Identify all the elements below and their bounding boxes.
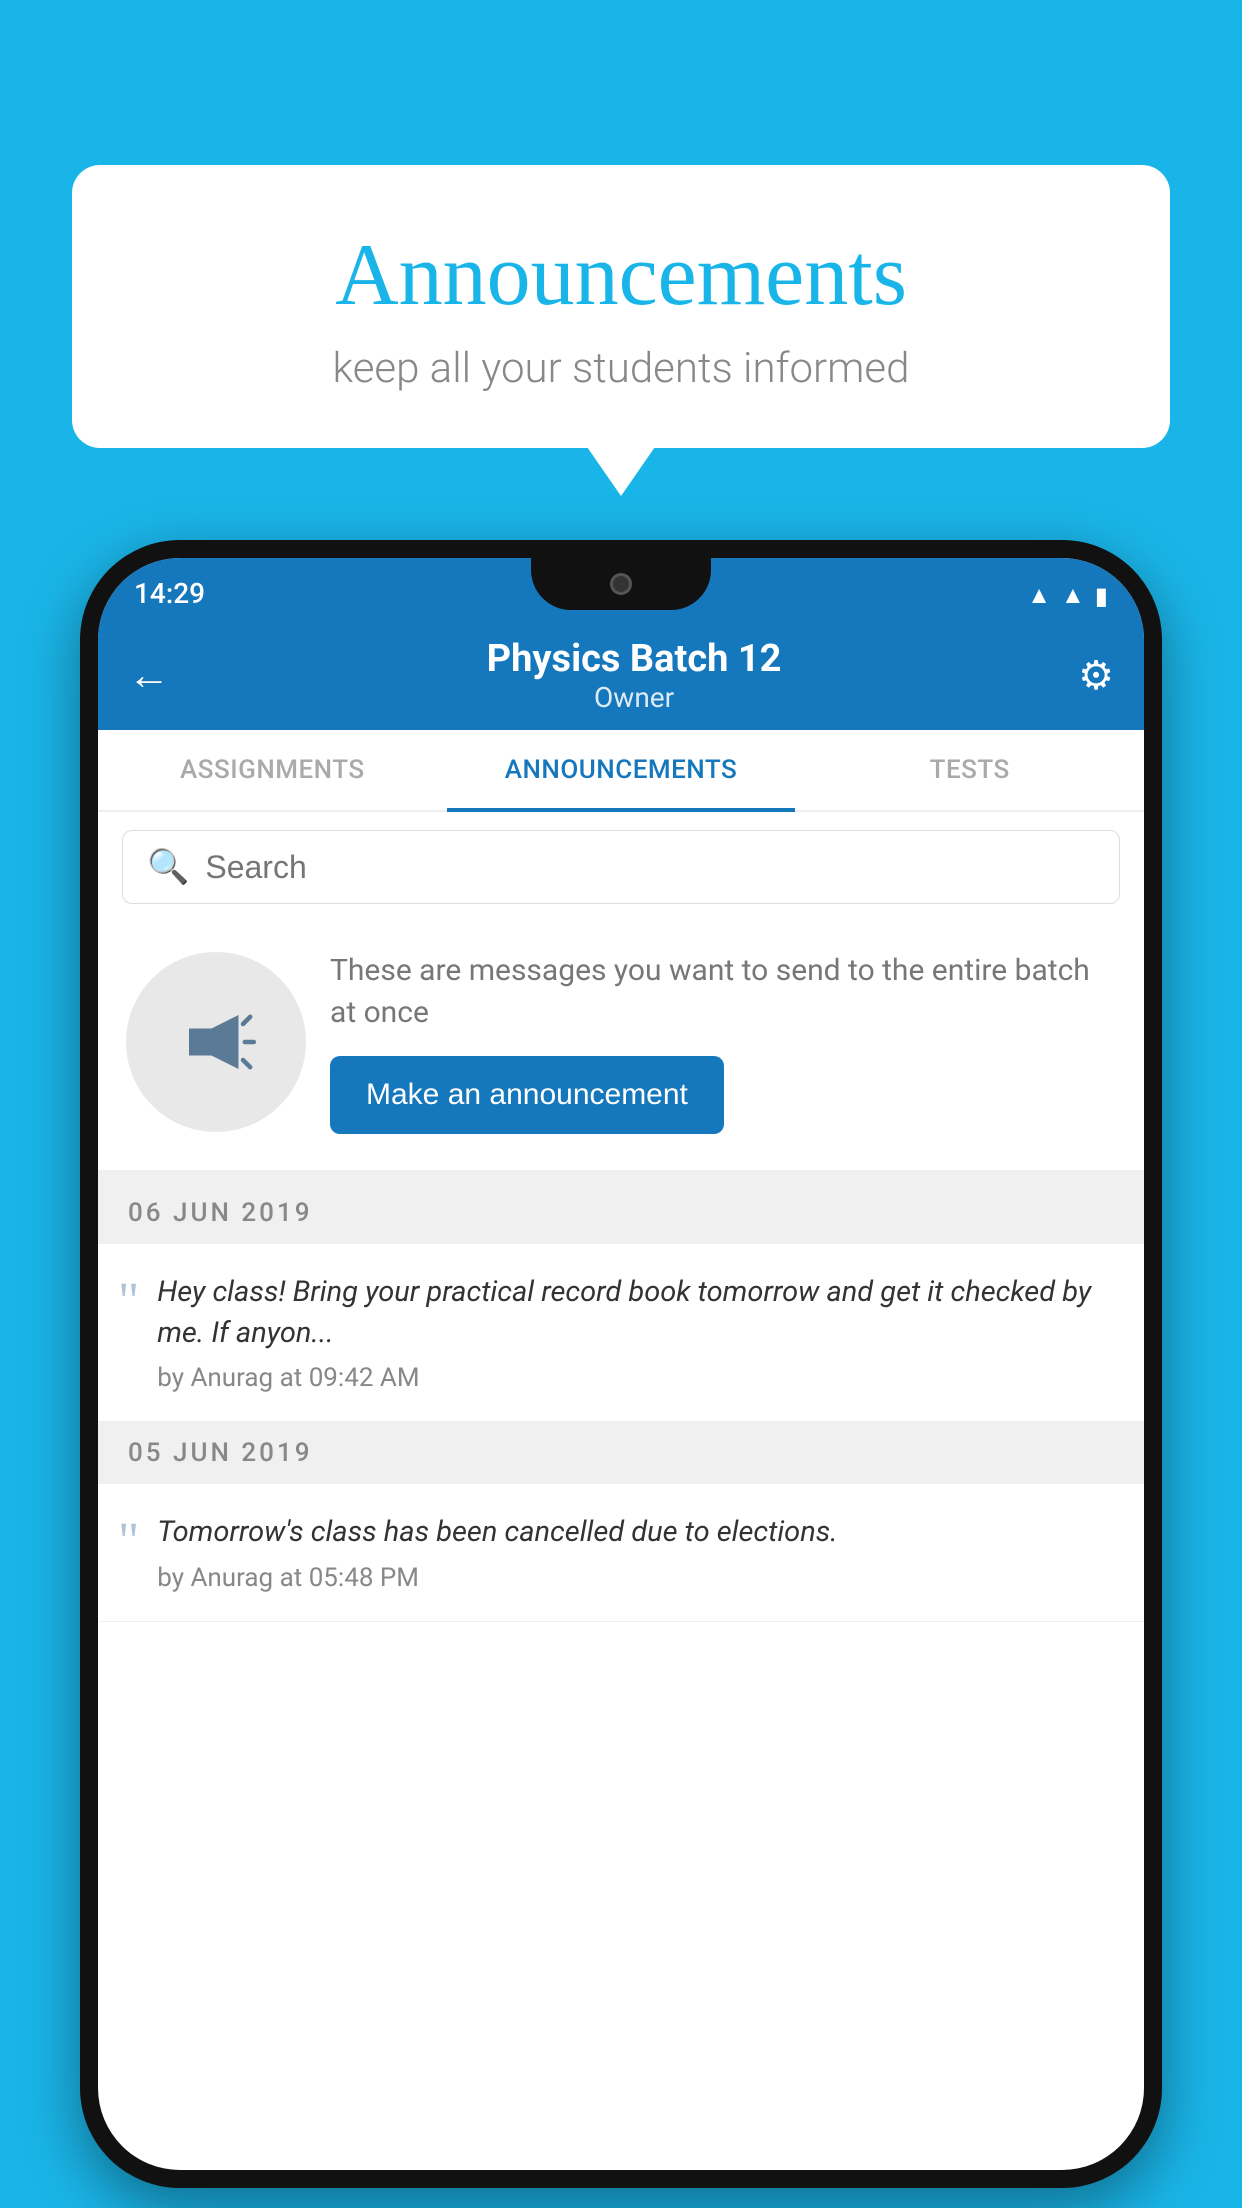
- phone-notch: [531, 558, 711, 610]
- announcement-author-1: by Anurag at 09:42 AM: [157, 1363, 1116, 1393]
- announcement-item-2[interactable]: " Tomorrow's class has been cancelled du…: [98, 1484, 1144, 1622]
- tabs-container: ASSIGNMENTS ANNOUNCEMENTS TESTS: [98, 730, 1144, 812]
- status-icons: ▲ ▲ ▮: [1027, 581, 1108, 610]
- announcement-item-1[interactable]: " Hey class! Bring your practical record…: [98, 1244, 1144, 1422]
- tab-assignments[interactable]: ASSIGNMENTS: [98, 730, 447, 810]
- promo-content: These are messages you want to send to t…: [330, 950, 1116, 1134]
- quote-icon-2: ": [118, 1516, 139, 1568]
- quote-icon-1: ": [118, 1276, 139, 1328]
- search-input[interactable]: [205, 849, 1095, 886]
- status-time: 14:29: [134, 577, 205, 610]
- app-bar-title: Physics Batch 12: [190, 637, 1078, 681]
- wifi-icon: ▲: [1027, 581, 1051, 610]
- speech-bubble-container: Announcements keep all your students inf…: [72, 165, 1170, 448]
- bubble-title: Announcements: [112, 225, 1130, 326]
- phone-inner: 14:29 ▲ ▲ ▮ ← Physics Batch 12 Owner ⚙ A…: [98, 558, 1144, 2170]
- announcement-body-1: Hey class! Bring your practical record b…: [157, 1272, 1116, 1393]
- tab-tests[interactable]: TESTS: [795, 730, 1144, 810]
- app-bar-title-container: Physics Batch 12 Owner: [190, 637, 1078, 714]
- back-button[interactable]: ←: [128, 651, 170, 700]
- search-container: 🔍: [98, 812, 1144, 922]
- signal-icon: ▲: [1061, 581, 1085, 610]
- make-announcement-button[interactable]: Make an announcement: [330, 1056, 724, 1134]
- announcement-text-1: Hey class! Bring your practical record b…: [157, 1272, 1116, 1353]
- megaphone-icon: [171, 997, 261, 1087]
- app-bar: ← Physics Batch 12 Owner ⚙: [98, 620, 1144, 730]
- speech-bubble: Announcements keep all your students inf…: [72, 165, 1170, 448]
- phone-frame: 14:29 ▲ ▲ ▮ ← Physics Batch 12 Owner ⚙ A…: [80, 540, 1162, 2188]
- bubble-subtitle: keep all your students informed: [112, 344, 1130, 393]
- search-icon: 🔍: [147, 847, 189, 887]
- search-bar[interactable]: 🔍: [122, 830, 1120, 904]
- settings-icon[interactable]: ⚙: [1078, 652, 1114, 699]
- announcement-text-2: Tomorrow's class has been cancelled due …: [157, 1512, 837, 1553]
- promo-description: These are messages you want to send to t…: [330, 950, 1116, 1034]
- announcement-author-2: by Anurag at 05:48 PM: [157, 1563, 837, 1593]
- promo-section: These are messages you want to send to t…: [98, 922, 1144, 1182]
- promo-icon-circle: [126, 952, 306, 1132]
- tab-announcements[interactable]: ANNOUNCEMENTS: [447, 730, 796, 810]
- camera-dot: [610, 573, 632, 595]
- date-divider-1: 06 JUN 2019: [98, 1182, 1144, 1244]
- app-bar-subtitle: Owner: [190, 681, 1078, 714]
- announcement-body-2: Tomorrow's class has been cancelled due …: [157, 1512, 837, 1593]
- date-divider-2: 05 JUN 2019: [98, 1422, 1144, 1484]
- battery-icon: ▮: [1095, 582, 1108, 610]
